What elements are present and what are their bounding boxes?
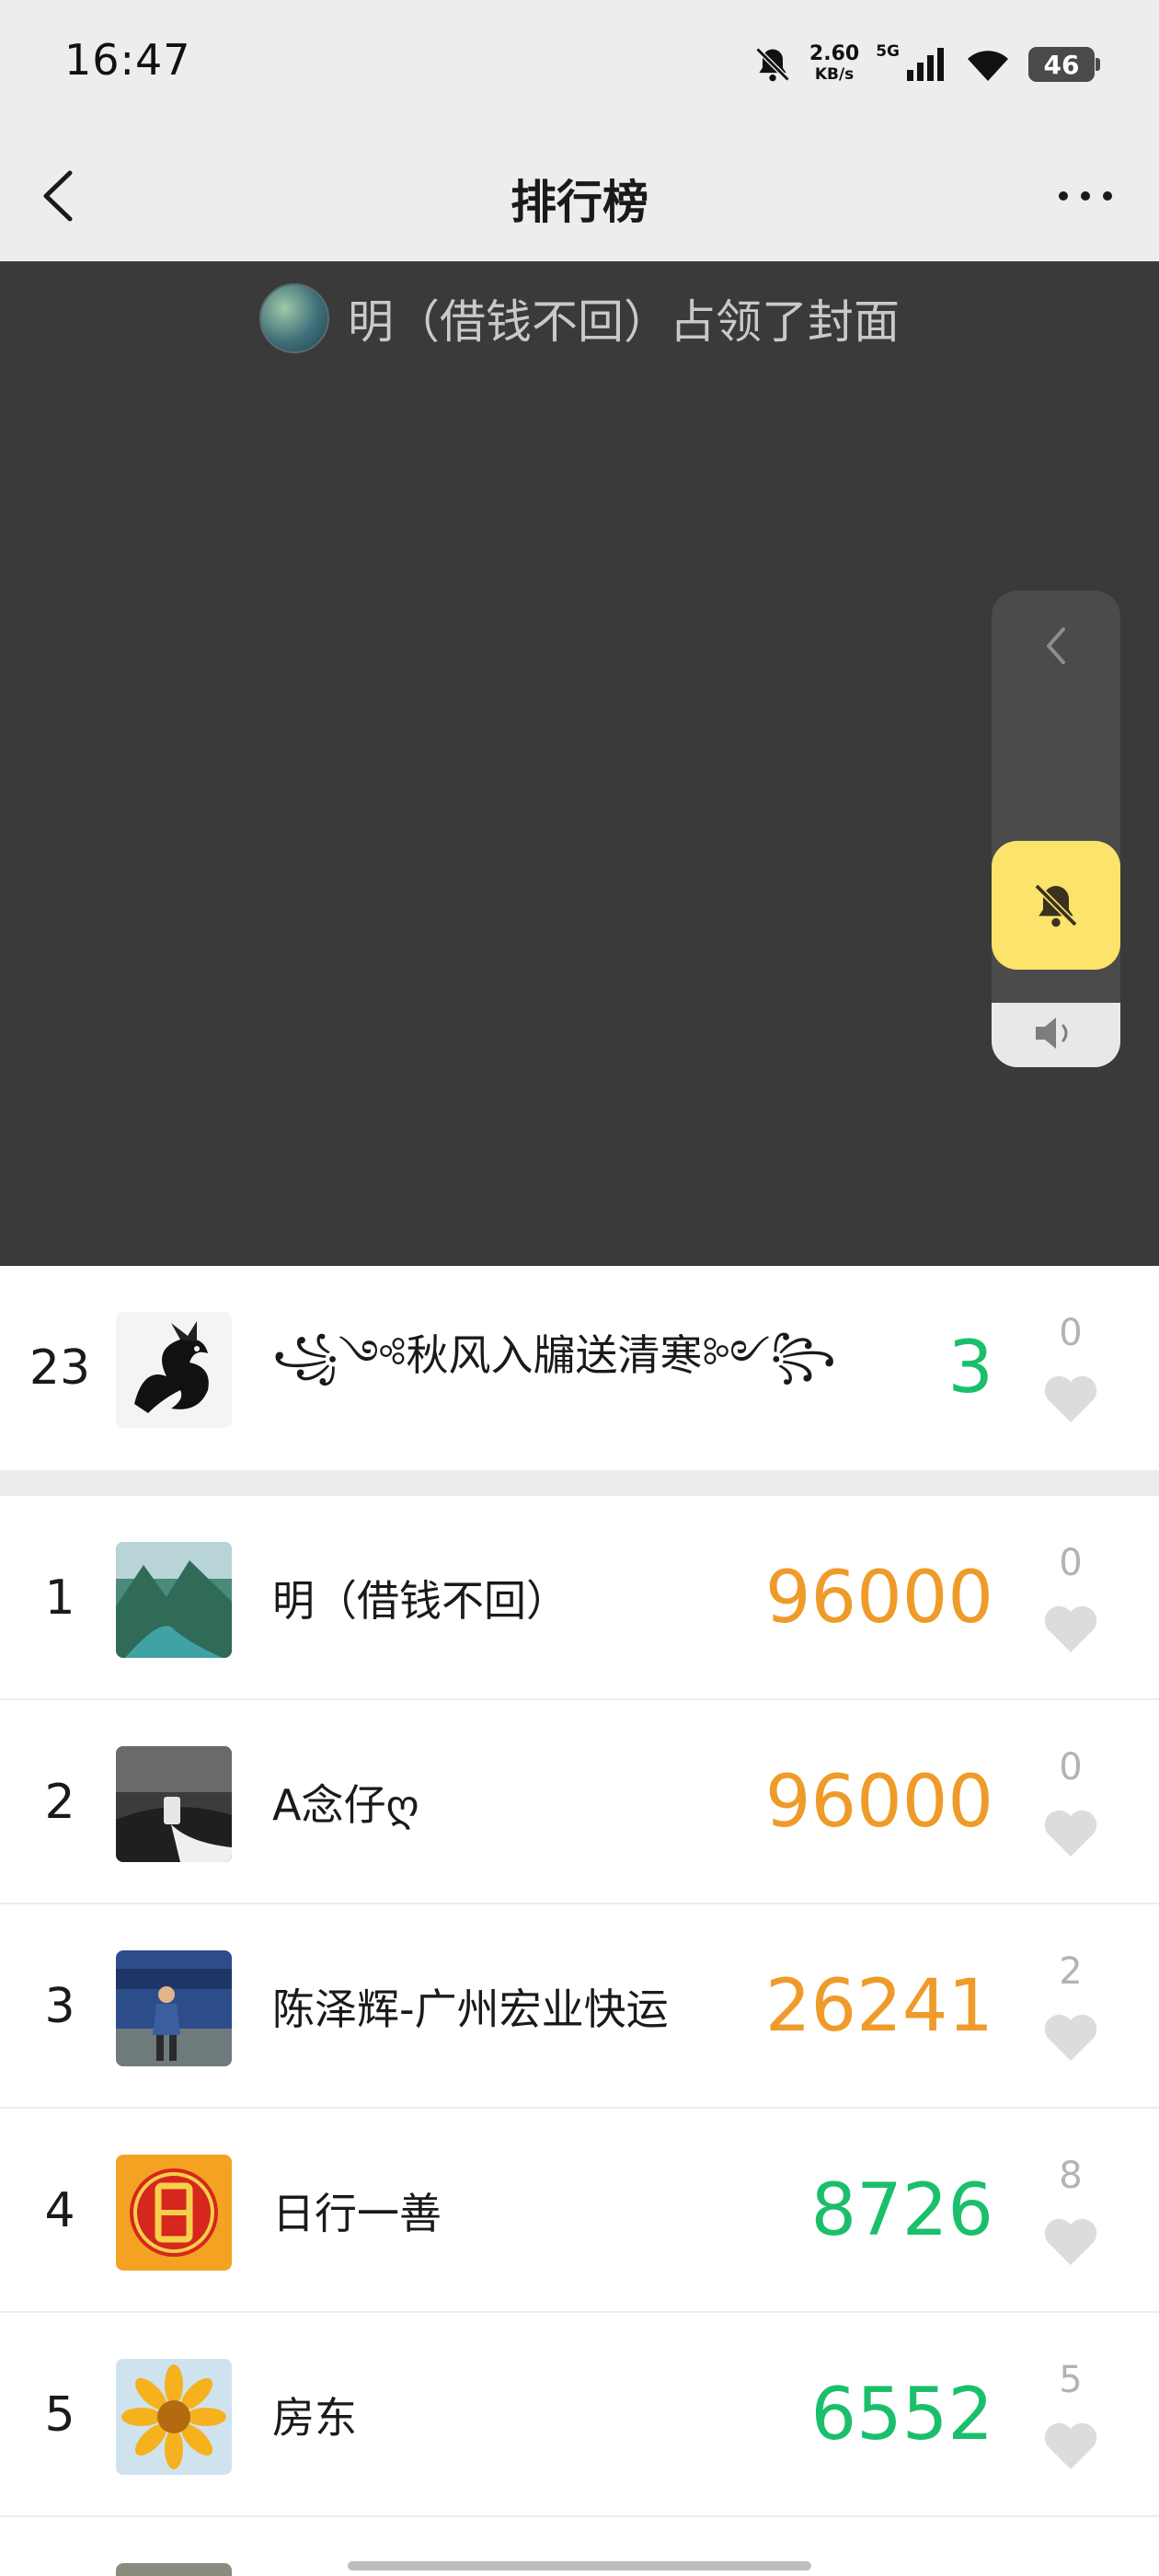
avatar[interactable] <box>116 1312 232 1428</box>
like-count: 0 <box>1059 1746 1083 1788</box>
home-indicator[interactable] <box>348 2561 811 2570</box>
nav-bar: 排行榜 <box>0 129 1159 261</box>
next-row-avatar-peek <box>116 2563 232 2576</box>
section-divider <box>0 1470 1159 1496</box>
user-name: 房东 <box>272 2393 357 2443</box>
step-count: 96000 <box>764 1557 993 1639</box>
rank-number: 23 <box>29 1340 91 1396</box>
step-count: 6552 <box>810 2374 993 2456</box>
signal-icon <box>907 48 944 81</box>
ranking-row[interactable]: 5 房东 6552 5 <box>0 2313 1159 2517</box>
user-name: A念仔ღ <box>272 1780 419 1830</box>
volume-icon <box>1036 1018 1068 1049</box>
mute-notification-button[interactable] <box>992 841 1120 970</box>
more-dots-icon[interactable] <box>1049 164 1122 228</box>
user-name: 陈泽辉-广州宏业快运 <box>272 1984 669 2034</box>
like-count: 0 <box>1059 1312 1083 1354</box>
network-type: 5G <box>876 42 900 61</box>
landscape-avatar-image <box>116 1542 232 1658</box>
status-icons: 2.60 KB/s 5G 46 <box>752 37 1100 92</box>
step-count: 26241 <box>764 1965 993 2048</box>
cover-banner[interactable]: 明（借钱不回）占领了封面 <box>0 283 1159 353</box>
battery-icon: 46 <box>1028 47 1100 82</box>
avatar[interactable] <box>116 1950 232 2066</box>
page-title: 排行榜 <box>511 176 648 229</box>
avatar[interactable] <box>116 2359 232 2475</box>
cover-owner-avatar <box>259 283 329 353</box>
rank-number: 3 <box>44 1979 75 2034</box>
rank-number: 5 <box>44 2387 75 2443</box>
like-heart-icon[interactable] <box>1041 1807 1100 1858</box>
volume-panel[interactable] <box>992 591 1120 1067</box>
collapse-chevron-icon[interactable] <box>1032 618 1080 673</box>
person-avatar-image <box>116 1950 232 2066</box>
ranking-row[interactable]: 3 陈泽辉-广州宏业快运 26241 2 <box>0 1904 1159 2109</box>
step-count: 8726 <box>810 2169 993 2252</box>
bell-mute-icon <box>755 47 790 82</box>
speed-value: 2.60 <box>809 42 860 65</box>
my-rank-row[interactable]: 23 ꧁༺秋风入牖送清寒༻꧂ 3 0 <box>0 1266 1159 1470</box>
row-divider <box>0 2515 1159 2517</box>
like-heart-icon[interactable] <box>1041 1373 1100 1424</box>
wifi-icon <box>968 51 1008 81</box>
user-name: 明（借钱不回） <box>272 1576 568 1626</box>
avatar[interactable] <box>116 2155 232 2271</box>
bell-off-icon <box>1034 883 1078 927</box>
user-name: ꧁༺秋风入牖送清寒༻꧂ <box>272 1329 836 1380</box>
step-count: 96000 <box>764 1761 993 1844</box>
dragon-avatar-image <box>116 1312 232 1428</box>
rank-number: 2 <box>44 1775 75 1830</box>
ranking-row[interactable]: 1 明（借钱不回） 96000 0 <box>0 1496 1159 1700</box>
like-heart-icon[interactable] <box>1041 2011 1100 2063</box>
phone-avatar-image <box>116 1746 232 1862</box>
rank-number: 4 <box>44 2183 75 2238</box>
like-count: 2 <box>1059 1950 1083 1993</box>
like-count: 8 <box>1059 2155 1083 2197</box>
ranking-row[interactable]: 4 日行一善 8726 8 <box>0 2109 1159 2313</box>
avatar[interactable] <box>116 1542 232 1658</box>
sunflower-avatar-image <box>116 2359 232 2475</box>
ranking-row[interactable]: 2 A念仔ღ 96000 0 <box>0 1700 1159 1904</box>
rank-number: 1 <box>44 1570 75 1626</box>
like-heart-icon[interactable] <box>1041 2215 1100 2267</box>
fortune-avatar-image <box>116 2155 232 2271</box>
network-speed: 2.60 KB/s <box>809 44 859 85</box>
avatar[interactable] <box>116 1746 232 1862</box>
cover-area: 明（借钱不回）占领了封面 <box>0 261 1159 1266</box>
like-heart-icon[interactable] <box>1041 1603 1100 1654</box>
status-bar: 16:47 2.60 KB/s 5G 46 <box>0 0 1159 129</box>
speed-unit: KB/s <box>814 65 855 84</box>
user-name: 日行一善 <box>272 2189 442 2238</box>
like-heart-icon[interactable] <box>1041 2420 1100 2471</box>
cover-banner-text: 明（借钱不回）占领了封面 <box>348 295 900 349</box>
like-count: 0 <box>1059 1542 1083 1584</box>
like-count: 5 <box>1059 2359 1083 2401</box>
step-count: 3 <box>947 1327 993 1409</box>
status-time: 16:47 <box>64 35 191 85</box>
